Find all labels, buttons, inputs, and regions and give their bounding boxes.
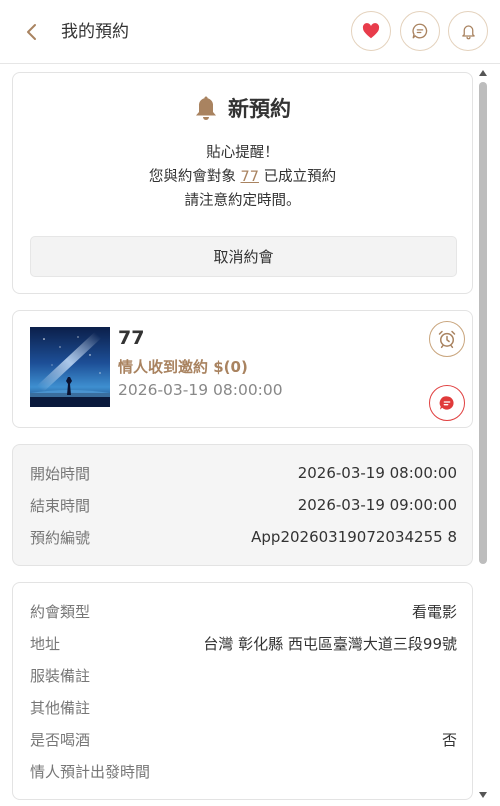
end-time-row: 結束時間 2026-03-19 09:00:00 — [30, 495, 457, 515]
notifications-button[interactable] — [448, 11, 488, 51]
partner-avatar[interactable] — [30, 327, 110, 407]
message-partner-button[interactable] — [429, 385, 465, 421]
partner-name-link[interactable]: 77 — [241, 169, 259, 185]
bell-icon — [461, 25, 475, 40]
reminder-line-2: 您與約會對象 77 已成立預約 — [13, 165, 472, 189]
scrollbar-thumb[interactable] — [479, 82, 487, 564]
alarm-button[interactable] — [429, 321, 465, 357]
booking-number-row: 預約編號 App20260319072034255 8 — [30, 527, 457, 547]
cancel-date-button[interactable]: 取消約會 — [30, 236, 457, 277]
date-type-row: 約會類型 看電影 — [30, 601, 457, 621]
other-note-row: 其他備註 — [30, 697, 457, 717]
end-time-label: 結束時間 — [30, 496, 91, 515]
reminder-title-text: 新預約 — [228, 97, 291, 121]
address-row: 地址 台灣 彰化縣 西屯區臺灣大道三段99號 — [30, 633, 457, 653]
reminder-card: 新預約 貼心提醒！ 您與約會對象 77 已成立預約 請注意約定時間。 取消約會 — [12, 72, 473, 294]
page-title: 我的預約 — [61, 22, 129, 42]
reminder-line-2-prefix: 您與約會對象 — [148, 169, 236, 185]
bell-icon — [196, 96, 216, 120]
scroll-up-arrow-icon[interactable] — [478, 68, 488, 78]
booking-number-value: App20260319072034255 8 — [251, 528, 457, 546]
start-time-label: 開始時間 — [30, 464, 91, 483]
address-label: 地址 — [30, 634, 61, 653]
scroll-down-arrow-icon[interactable] — [478, 790, 488, 800]
details-card: 約會類型 看電影 地址 台灣 彰化縣 西屯區臺灣大道三段99號 服裝備註 其他備… — [12, 582, 473, 800]
reminder-line-1: 貼心提醒！ — [206, 145, 279, 161]
start-time-value: 2026-03-19 08:00:00 — [297, 464, 457, 482]
reminder-title: 新預約 — [13, 93, 472, 123]
invitation-status: 情人收到邀約 $(0) — [118, 358, 248, 376]
drinking-value: 否 — [441, 730, 457, 749]
appointment-datetime: 2026-03-19 08:00:00 — [118, 381, 283, 399]
dress-note-label: 服裝備註 — [30, 666, 91, 685]
time-info-card: 開始時間 2026-03-19 08:00:00 結束時間 2026-03-19… — [12, 444, 473, 566]
app-header: 我的預約 — [0, 0, 500, 64]
chevron-left-icon — [27, 24, 36, 40]
dress-note-row: 服裝備註 — [30, 665, 457, 685]
back-button[interactable] — [20, 18, 44, 46]
drinking-row: 是否喝酒 否 — [30, 729, 457, 749]
departure-time-label: 情人預計出發時間 — [30, 762, 151, 781]
date-type-value: 看電影 — [411, 602, 457, 621]
drinking-label: 是否喝酒 — [30, 730, 91, 749]
address-value: 台灣 彰化縣 西屯區臺灣大道三段99號 — [203, 634, 457, 653]
messages-button[interactable] — [400, 11, 440, 51]
start-time-row: 開始時間 2026-03-19 08:00:00 — [30, 463, 457, 483]
other-note-label: 其他備註 — [30, 698, 91, 717]
date-type-label: 約會類型 — [30, 602, 91, 621]
reminder-message: 貼心提醒！ 您與約會對象 77 已成立預約 請注意約定時間。 — [13, 141, 472, 213]
scrollbar[interactable] — [478, 68, 488, 800]
chat-icon — [412, 23, 428, 39]
alarm-clock-icon — [438, 330, 456, 349]
booking-number-label: 預約編號 — [30, 528, 91, 547]
partner-name: 77 — [118, 327, 145, 349]
reminder-line-2-suffix: 已成立預約 — [263, 169, 337, 185]
partner-card: 77 情人收到邀約 $(0) 2026-03-19 08:00:00 — [12, 310, 473, 428]
chat-bubble-icon — [439, 396, 454, 410]
end-time-value: 2026-03-19 09:00:00 — [297, 496, 457, 514]
favorites-button[interactable] — [351, 11, 391, 51]
departure-time-row: 情人預計出發時間 — [30, 761, 457, 781]
reminder-line-3: 請注意約定時間。 — [184, 193, 301, 209]
heart-icon — [362, 23, 380, 39]
